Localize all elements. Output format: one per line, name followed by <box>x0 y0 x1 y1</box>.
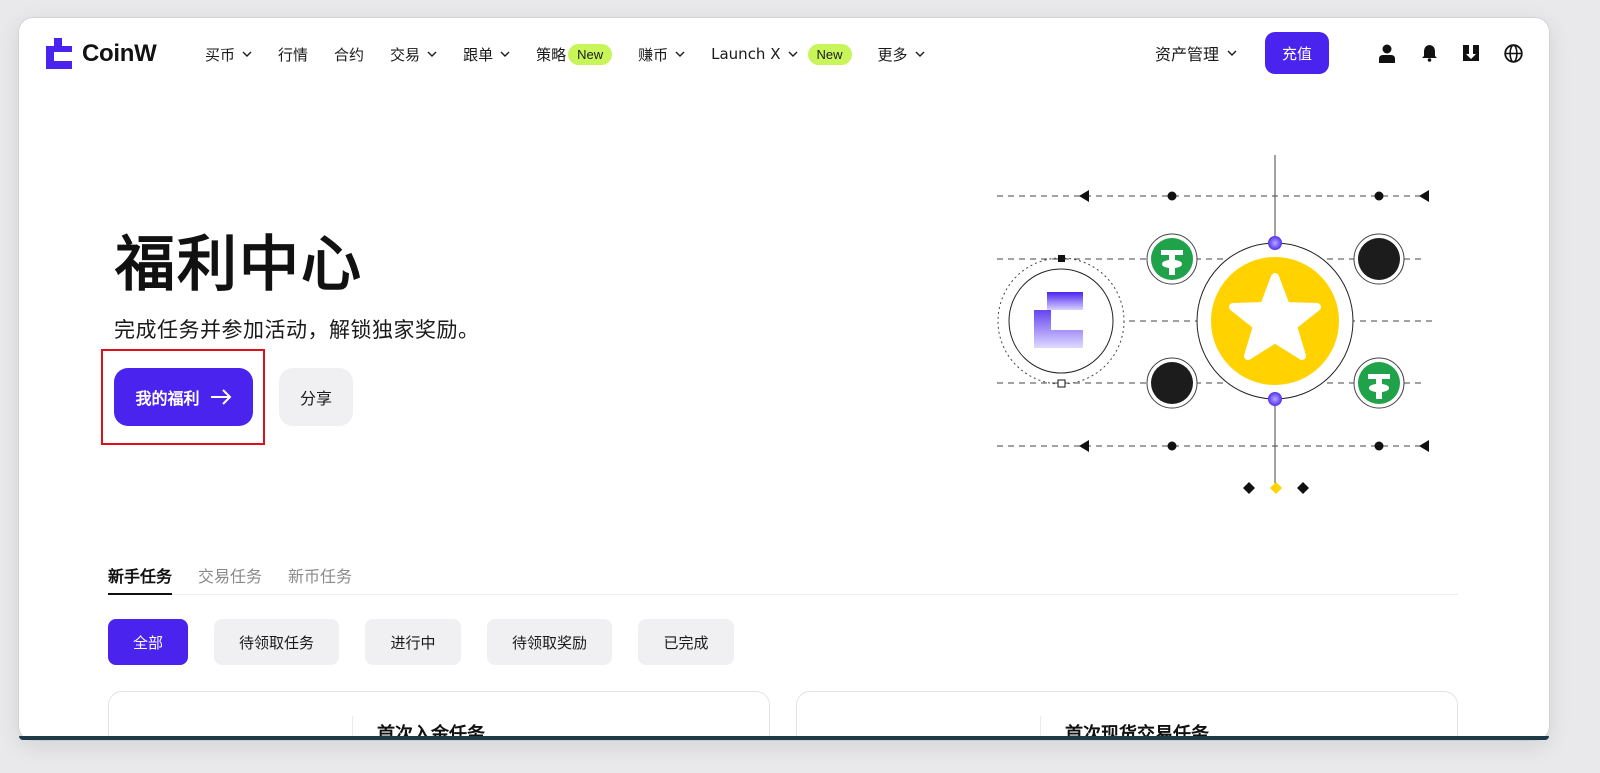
hero-illustration <box>997 155 1435 494</box>
nav-item-label: 赚币 <box>638 45 669 64</box>
filter-chip[interactable]: 待领取任务 <box>214 619 339 665</box>
coinw-logo-icon <box>46 38 72 69</box>
top-navbar: CoinW 买币 行情 合约 交易 跟单 策略 New 赚币 Launch X New 更多 资产管… <box>19 18 1549 90</box>
chevron-down-icon <box>915 51 925 57</box>
tab-1[interactable]: 新手任务 <box>108 563 173 595</box>
my-rewards-label: 我的福利 <box>135 389 200 408</box>
nav-item-label: 跟单 <box>463 45 494 64</box>
globe-icon[interactable] <box>1503 43 1523 63</box>
task-card[interactable]: 首次现货交易任务 <box>796 691 1458 740</box>
share-button[interactable]: 分享 <box>279 368 353 426</box>
bell-icon[interactable] <box>1419 43 1439 63</box>
my-rewards-button[interactable]: 我的福利 <box>114 368 253 426</box>
nav-item-label: 合约 <box>334 45 365 64</box>
nav-item-label: 策略 <box>536 45 567 64</box>
download-icon[interactable] <box>1461 43 1481 63</box>
nav-item[interactable]: 买币 <box>205 44 252 65</box>
tab-3[interactable]: 新币任务 <box>288 563 352 595</box>
logo-text: CoinW <box>82 39 157 67</box>
nav-item[interactable]: 交易 <box>390 44 437 65</box>
chevron-down-icon <box>427 51 437 57</box>
task-filters: 全部 待领取任务 进行中 待领取奖励 已完成 <box>108 619 760 665</box>
page-subtitle: 完成任务并参加活动，解锁独家奖励。 <box>114 318 480 342</box>
main-menu: 买币 行情 合约 交易 跟单 策略 New 赚币 Launch X New 更多 <box>205 40 951 68</box>
chevron-down-icon <box>788 51 797 57</box>
new-badge: New <box>568 43 613 65</box>
page-title: 福利中心 <box>115 230 363 300</box>
nav-item[interactable]: 更多 <box>878 44 925 65</box>
chevron-down-icon <box>242 51 252 57</box>
filter-chip[interactable]: 待领取奖励 <box>487 619 612 665</box>
nav-item[interactable]: 合约 <box>334 44 364 65</box>
nav-item-label: Launch X <box>711 45 781 63</box>
chevron-down-icon <box>500 51 510 57</box>
arrow-right-icon <box>210 389 231 405</box>
chevron-down-icon <box>1227 50 1237 56</box>
nav-item[interactable]: 行情 <box>278 44 308 65</box>
window-bottom-strip <box>19 736 1549 740</box>
nav-item-label: 买币 <box>205 45 236 64</box>
chevron-down-icon <box>675 51 685 57</box>
nav-item[interactable]: 策略 New <box>536 43 613 65</box>
assets-label: 资产管理 <box>1154 45 1219 64</box>
logo[interactable]: CoinW <box>46 38 157 69</box>
deposit-button[interactable]: 充值 <box>1265 32 1329 74</box>
nav-item-label: 交易 <box>390 45 421 64</box>
task-tabs: 新手任务 交易任务 新币任务 <box>108 563 1458 595</box>
nav-item-label: 更多 <box>877 45 908 64</box>
new-badge: New <box>807 43 852 65</box>
nav-item[interactable]: 赚币 <box>638 44 685 65</box>
filter-chip[interactable]: 全部 <box>108 619 188 665</box>
filter-chip[interactable]: 已完成 <box>638 619 734 665</box>
nav-item[interactable]: 跟单 <box>463 44 510 65</box>
browser-window: CoinW 买币 行情 合约 交易 跟单 策略 New 赚币 Launch X New 更多 资产管… <box>19 18 1549 740</box>
nav-right: 资产管理 充值 <box>1155 32 1523 74</box>
assets-menu[interactable]: 资产管理 <box>1155 41 1237 65</box>
task-card[interactable]: 首次入金任务 <box>108 691 770 740</box>
nav-item-label: 行情 <box>278 45 309 64</box>
filter-chip[interactable]: 进行中 <box>365 619 461 665</box>
user-icon[interactable] <box>1377 43 1397 63</box>
tab-2[interactable]: 交易任务 <box>198 563 262 595</box>
nav-item[interactable]: Launch X New <box>711 43 852 65</box>
